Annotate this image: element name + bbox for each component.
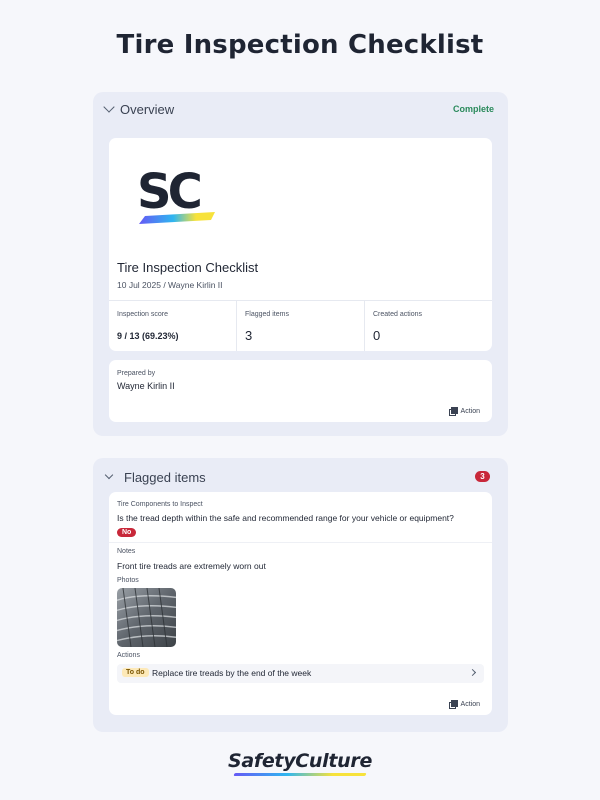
divider (109, 542, 492, 543)
stat-label: Inspection score (117, 311, 168, 318)
action-text: Replace tire treads by the end of the we… (152, 668, 312, 678)
flagged-item-card: Tire Components to Inspect Is the tread … (109, 492, 492, 715)
action-label: Action (460, 700, 480, 708)
overview-section: Overview Complete SC Tire Inspection Che… (93, 92, 508, 436)
flagged-items-section: Flagged items 3 Tire Components to Inspe… (93, 458, 508, 732)
overview-header[interactable]: Overview Complete (93, 92, 508, 126)
stat-flagged-items[interactable]: Flagged items 3 (237, 301, 365, 351)
flagged-header[interactable]: Flagged items 3 (93, 458, 508, 492)
question-category: Tire Components to Inspect (117, 501, 203, 508)
brand-underline (233, 773, 367, 776)
action-label: Action (460, 407, 480, 415)
stats-row: Inspection score 9 / 13 (69.23%) Flagged… (109, 300, 492, 351)
create-action-button[interactable]: Action (448, 700, 480, 709)
flagged-title: Flagged items (124, 470, 206, 485)
report-meta: 10 Jul 2025 / Wayne Kirlin II (117, 280, 223, 290)
safetyculture-logo: SC (137, 166, 215, 224)
question-text: Is the tread depth within the safe and r… (117, 513, 454, 523)
overview-title: Overview (120, 102, 175, 117)
chevron-down-icon[interactable] (103, 101, 115, 113)
stat-label: Created actions (373, 311, 423, 318)
action-icon (448, 700, 458, 709)
notes-text: Front tire treads are extremely worn out (117, 561, 266, 571)
prepared-by-label: Prepared by (117, 370, 156, 377)
actions-label: Actions (117, 652, 140, 659)
chevron-down-icon[interactable] (104, 470, 114, 480)
create-action-button[interactable]: Action (448, 407, 480, 416)
action-list-item[interactable]: To do Replace tire treads by the end of … (117, 664, 484, 683)
status-badge: Complete (452, 104, 494, 114)
brand-footer: SafetyCulture (0, 750, 600, 776)
chevron-right-icon (468, 668, 477, 677)
stat-value: 9 / 13 (69.23%) (117, 331, 179, 341)
tire-photo-thumbnail[interactable] (117, 588, 176, 647)
report-summary-card: SC Tire Inspection Checklist 10 Jul 2025… (109, 138, 492, 351)
brand-logo: SafetyCulture (227, 750, 373, 772)
notes-label: Notes (117, 548, 136, 555)
todo-status-badge: To do (122, 668, 149, 677)
report-title: Tire Inspection Checklist (117, 260, 259, 275)
stat-label: Flagged items (245, 311, 289, 318)
page-title: Tire Inspection Checklist (116, 30, 484, 60)
prepared-by-card: Prepared by Wayne Kirlin II Action (109, 360, 492, 422)
stat-value: 3 (245, 328, 253, 343)
prepared-by-name: Wayne Kirlin II (117, 381, 175, 391)
action-icon (448, 407, 458, 416)
photos-label: Photos (117, 577, 139, 584)
stat-value: 0 (373, 328, 381, 343)
stat-created-actions[interactable]: Created actions 0 (365, 301, 492, 351)
flagged-count-badge: 3 (475, 471, 490, 482)
answer-badge: No (117, 528, 137, 537)
stat-inspection-score: Inspection score 9 / 13 (69.23%) (109, 301, 237, 351)
logo-text: SC (137, 166, 201, 220)
